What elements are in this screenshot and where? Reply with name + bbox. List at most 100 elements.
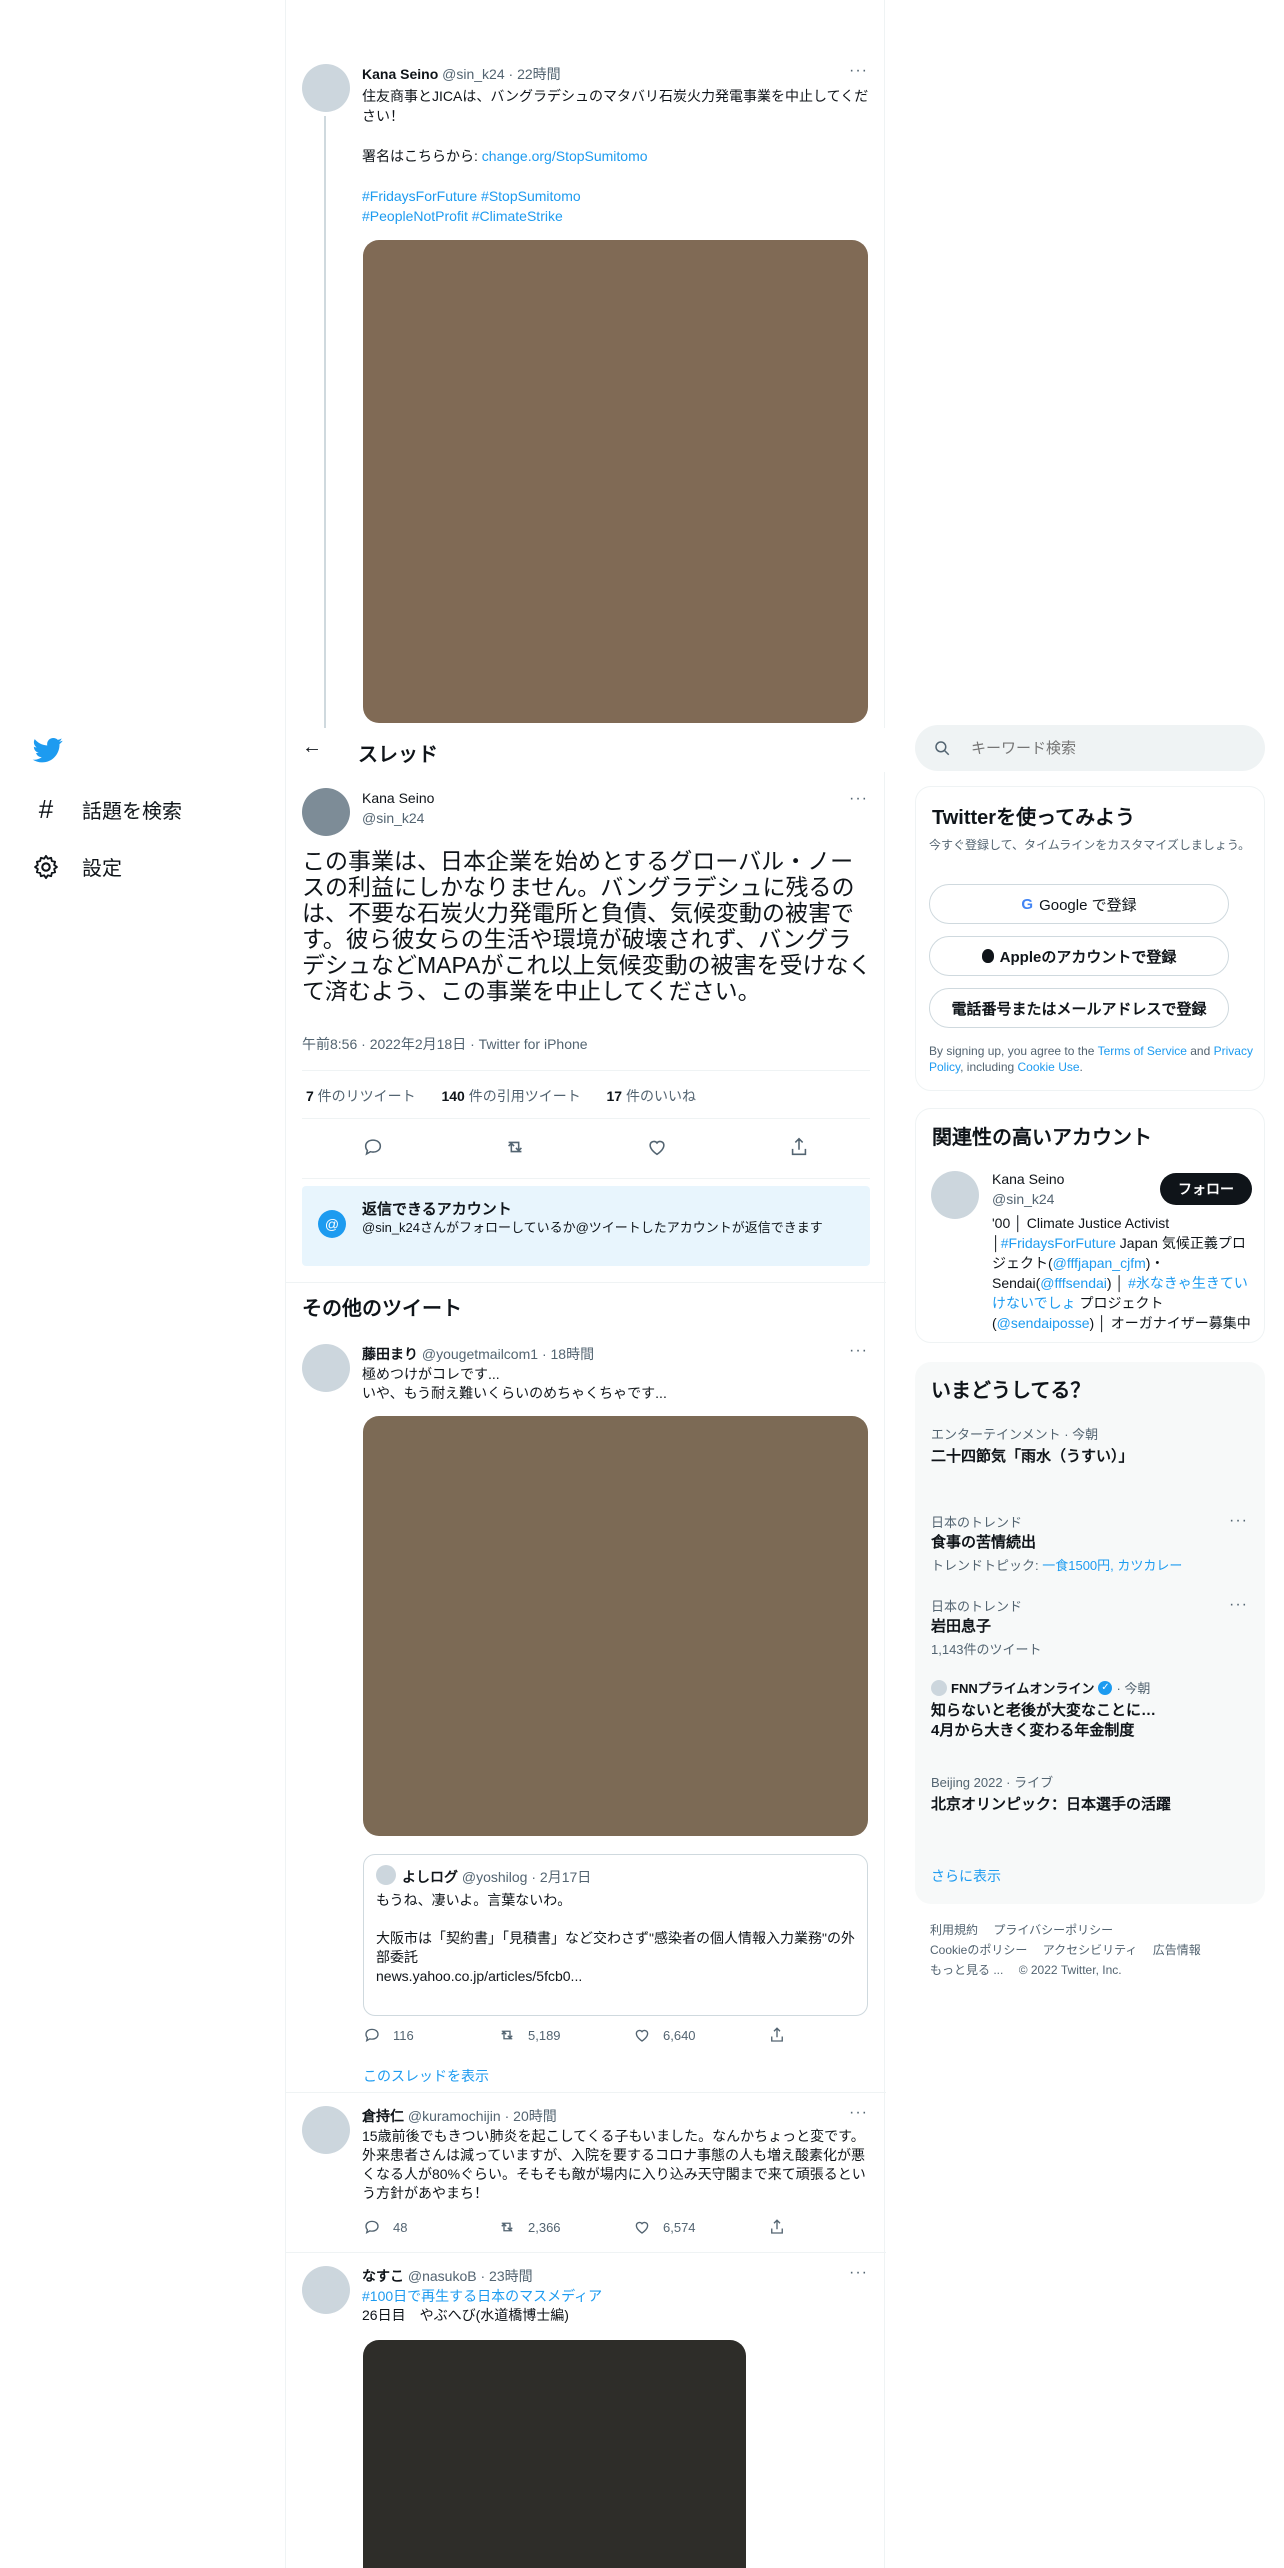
tweet-time[interactable]: 20時間 bbox=[513, 2108, 557, 2124]
author-name[interactable]: Kana Seino bbox=[362, 66, 438, 82]
tweet-image[interactable] bbox=[363, 240, 868, 723]
reply-icon[interactable] bbox=[362, 1136, 384, 1163]
bio-mention-link[interactable]: @sendaiposse bbox=[997, 1315, 1090, 1331]
apple-signup-button[interactable]: Appleのアカウントで登録 bbox=[929, 936, 1229, 976]
thread-header: ← スレッド bbox=[286, 728, 886, 772]
trend-item[interactable]: 日本のトレンド 岩田息子 1,143件のツイート bbox=[931, 1596, 1249, 1658]
divider bbox=[302, 1178, 870, 1179]
reply-button[interactable]: 116 bbox=[363, 2026, 498, 2044]
twitter-logo-icon[interactable] bbox=[32, 735, 64, 765]
trend-item[interactable]: Beijing 2022 · ライブ 北京オリンピック：日本選手の活躍 bbox=[931, 1772, 1171, 1815]
terms-link[interactable]: Terms of Service bbox=[1098, 1044, 1187, 1058]
more-icon[interactable]: ··· bbox=[849, 2264, 868, 2282]
bio-hashtag-link[interactable]: #FridaysForFuture bbox=[1001, 1235, 1116, 1251]
quote-link: news.yahoo.co.jp/articles/5fcb0... bbox=[376, 1968, 583, 1984]
trend-name: 岩田息子 bbox=[931, 1618, 992, 1635]
related-accounts-panel: 関連性の高いアカウント Kana Seino @sin_k24 フォロー '00… bbox=[915, 1108, 1265, 1343]
show-thread-link[interactable]: このスレッドを表示 bbox=[363, 2066, 489, 2086]
quoted-tweet[interactable]: よしログ @yoshilog · 2月17日 もうね、凄いよ。言葉ないわ。 大阪… bbox=[363, 1854, 868, 2016]
footer-more[interactable]: もっと見る ... bbox=[930, 1963, 1003, 1977]
footer-accessibility[interactable]: アクセシビリティ bbox=[1043, 1943, 1138, 1957]
share-button[interactable] bbox=[768, 2026, 903, 2044]
tweet-time[interactable]: 23時間 bbox=[489, 2268, 533, 2284]
avatar[interactable] bbox=[302, 1344, 350, 1392]
tweet-image[interactable] bbox=[363, 2340, 746, 2568]
related-handle[interactable]: @sin_k24 bbox=[992, 1191, 1054, 1207]
likes-stat[interactable]: 17 件のいいね bbox=[607, 1088, 696, 1104]
footer-privacy[interactable]: プライバシーポリシー bbox=[993, 1923, 1113, 1937]
avatar[interactable] bbox=[302, 788, 350, 836]
avatar[interactable] bbox=[931, 1171, 979, 1219]
nav-settings[interactable]: 設定 bbox=[32, 852, 122, 881]
author-handle[interactable]: @nasukoB bbox=[408, 2268, 477, 2284]
tweet[interactable]: 倉持仁 @kuramochijin · 20時間 ··· 15歳前後でもきつい肺… bbox=[286, 2094, 886, 2250]
follow-button[interactable]: フォロー bbox=[1160, 1173, 1252, 1205]
more-icon[interactable]: ··· bbox=[1229, 1596, 1248, 1614]
avatar[interactable] bbox=[302, 2266, 350, 2314]
trend-item[interactable]: 日本のトレンド 食事の苦情続出 トレンドトピック: 一食1500円, カツカレー bbox=[931, 1512, 1249, 1574]
quotes-stat[interactable]: 140 件の引用ツイート bbox=[441, 1088, 580, 1104]
tweet[interactable]: 藤田まり @yougetmailcom1 · 18時間 ··· 極めつけがコレで… bbox=[286, 1334, 886, 2090]
reply-button[interactable]: 48 bbox=[363, 2218, 498, 2236]
more-icon[interactable]: ··· bbox=[1229, 1512, 1248, 1530]
parent-tweet[interactable]: Kana Seino @sin_k24 · 22時間 ··· 住友商事とJICA… bbox=[286, 50, 886, 730]
retweet-button[interactable]: 5,189 bbox=[498, 2026, 633, 2044]
author-handle[interactable]: @kuramochijin bbox=[408, 2108, 501, 2124]
tweet-meta[interactable]: 午前8:56 · 2022年2月18日 · Twitter for iPhone bbox=[302, 1034, 588, 1054]
hashtags[interactable]: #FridaysForFuture #StopSumitomo bbox=[362, 186, 872, 206]
like-button[interactable]: 6,574 bbox=[633, 2218, 768, 2236]
related-name[interactable]: Kana Seino bbox=[992, 1171, 1064, 1187]
tweet[interactable]: なすこ @nasukoB · 23時間 ··· #100日で再生する日本のマスメ… bbox=[286, 2254, 886, 2568]
footer-cookie[interactable]: Cookieのポリシー bbox=[930, 1943, 1027, 1957]
hashtag-icon: # bbox=[38, 794, 54, 824]
tweet-line: 極めつけがコレです... bbox=[362, 1366, 500, 1382]
bio-mention-link[interactable]: @fffsendai bbox=[1040, 1275, 1107, 1291]
phone-email-signup-button[interactable]: 電話番号またはメールアドレスで登録 bbox=[929, 988, 1229, 1028]
google-signup-button[interactable]: G Google で登録 bbox=[929, 884, 1229, 924]
author-handle[interactable]: @yougetmailcom1 bbox=[422, 1346, 538, 1362]
gear-icon bbox=[32, 853, 60, 881]
tweet-header: なすこ @nasukoB · 23時間 bbox=[362, 2268, 533, 2284]
trend-name: 二十四節気「雨水（うすい）」 bbox=[931, 1448, 1134, 1465]
tweet-time[interactable]: 22時間 bbox=[517, 66, 561, 82]
trend-topic-link[interactable]: 一食1500円, カツカレー bbox=[1042, 1558, 1182, 1573]
news-item[interactable]: FNNプライムオンライン ✓ · 今朝 知らないと老後が大変なことに… 4月から… bbox=[931, 1678, 1249, 1741]
author-handle[interactable]: @sin_k24 bbox=[362, 810, 424, 826]
retweet-icon[interactable] bbox=[504, 1136, 526, 1163]
share-button[interactable] bbox=[768, 2218, 903, 2236]
more-icon[interactable]: ··· bbox=[849, 1342, 868, 1360]
more-icon[interactable]: ··· bbox=[849, 62, 868, 80]
back-arrow-icon[interactable]: ← bbox=[302, 736, 322, 759]
main-actions bbox=[302, 1136, 870, 1163]
more-icon[interactable]: ··· bbox=[849, 2104, 868, 2122]
tweet-text: 住友商事とJICAは、バングラデシュのマタバリ石炭火力発電事業を中止してください… bbox=[362, 86, 872, 226]
like-button[interactable]: 6,640 bbox=[633, 2026, 768, 2044]
author-name[interactable]: なすこ bbox=[362, 2268, 404, 2284]
author-name[interactable]: Kana Seino bbox=[362, 790, 434, 806]
author-handle[interactable]: @sin_k24 bbox=[442, 66, 504, 82]
hashtags[interactable]: #PeopleNotProfit #ClimateStrike bbox=[362, 206, 872, 226]
search-input[interactable] bbox=[971, 737, 1241, 759]
nav-explore[interactable]: # 話題を検索 bbox=[32, 794, 182, 825]
like-count: 6,574 bbox=[663, 2219, 696, 2235]
avatar[interactable] bbox=[302, 64, 350, 112]
footer-terms[interactable]: 利用規約 bbox=[930, 1923, 978, 1937]
hashtag-link[interactable]: #100日で再生する日本のマスメディア bbox=[362, 2287, 872, 2306]
bio-mention-link[interactable]: @fffjapan_cjfm bbox=[1053, 1255, 1146, 1271]
like-icon[interactable] bbox=[646, 1136, 668, 1163]
share-icon[interactable] bbox=[788, 1136, 810, 1163]
retweet-button[interactable]: 2,366 bbox=[498, 2218, 633, 2236]
petition-link[interactable]: change.org/StopSumitomo bbox=[482, 148, 648, 164]
tweet-image[interactable] bbox=[363, 1416, 868, 1836]
avatar[interactable] bbox=[302, 2106, 350, 2154]
retweets-stat[interactable]: 7 件のリツイート bbox=[306, 1088, 416, 1104]
search-box[interactable] bbox=[915, 725, 1265, 771]
author-name[interactable]: 藤田まり bbox=[362, 1346, 418, 1362]
author-name[interactable]: 倉持仁 bbox=[362, 2108, 404, 2124]
footer-ads[interactable]: 広告情報 bbox=[1153, 1943, 1201, 1957]
trend-item[interactable]: エンターテインメント · 今朝 二十四節気「雨水（うすい）」 bbox=[931, 1424, 1249, 1467]
tweet-time[interactable]: 18時間 bbox=[551, 1346, 595, 1362]
cookie-link[interactable]: Cookie Use bbox=[1018, 1060, 1080, 1074]
more-icon[interactable]: ··· bbox=[849, 790, 868, 808]
show-more-link[interactable]: さらに表示 bbox=[931, 1866, 1001, 1886]
